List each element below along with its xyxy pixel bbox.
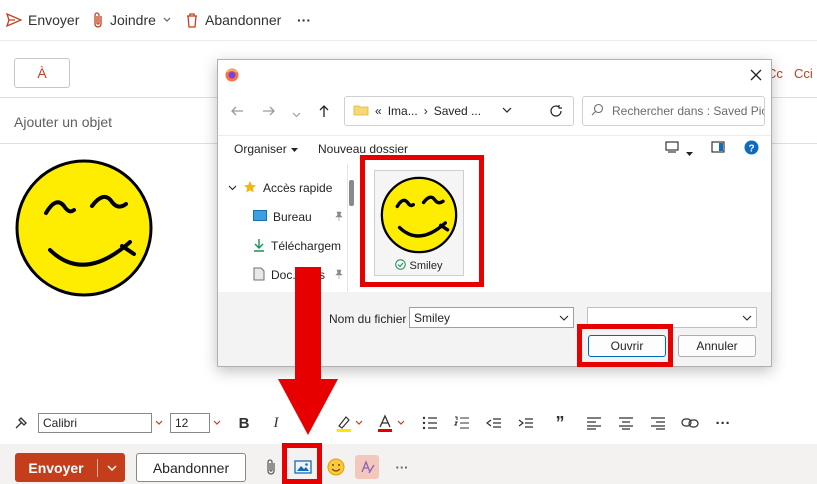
cancel-button[interactable]: Annuler xyxy=(678,335,756,357)
numbering-icon[interactable] xyxy=(451,412,473,434)
close-icon[interactable] xyxy=(748,67,764,83)
align-right-icon[interactable] xyxy=(647,412,669,434)
view-options-icon[interactable] xyxy=(665,141,679,156)
breadcrumb-saved[interactable]: Saved ... xyxy=(434,104,481,118)
firefox-logo-icon xyxy=(225,68,239,85)
red-down-arrow-icon xyxy=(278,267,338,437)
send-button-label[interactable]: Envoyer xyxy=(15,460,97,476)
chevron-down-icon[interactable] xyxy=(352,412,366,434)
star-icon xyxy=(243,180,257,197)
search-input[interactable]: Rechercher dans : Saved Pict... xyxy=(582,96,765,126)
chevron-down-icon xyxy=(228,181,237,195)
increase-indent-icon[interactable] xyxy=(515,412,537,434)
highlight-box-insert-picture xyxy=(282,443,322,484)
refresh-icon xyxy=(550,105,562,117)
up-arrow-icon[interactable] xyxy=(317,104,331,121)
format-painter-icon[interactable] xyxy=(10,412,32,434)
highlight-box-file xyxy=(360,155,484,287)
breadcrumb-images[interactable]: Ima... xyxy=(388,104,418,118)
nav-item-downloads[interactable]: Téléchargem xyxy=(253,235,343,257)
chevron-down-icon xyxy=(162,15,172,25)
font-family-select[interactable]: Calibri xyxy=(38,413,152,433)
help-icon[interactable]: ? xyxy=(744,140,759,158)
more-options-button[interactable]: ··· xyxy=(297,9,311,31)
search-icon xyxy=(591,103,604,119)
organize-menu[interactable]: Organiser xyxy=(234,142,298,156)
bullets-icon[interactable] xyxy=(419,412,441,434)
svg-text:?: ? xyxy=(748,144,754,155)
back-arrow-icon[interactable] xyxy=(230,104,244,121)
subject-input[interactable]: Ajouter un objet xyxy=(14,114,112,130)
align-center-icon[interactable] xyxy=(615,412,637,434)
refresh-button[interactable] xyxy=(538,96,574,126)
font-color-button[interactable] xyxy=(374,412,396,434)
paperclip-icon xyxy=(92,11,104,29)
decrease-indent-icon[interactable] xyxy=(483,412,505,434)
body-inline-image[interactable] xyxy=(14,158,154,298)
editor-icon[interactable] xyxy=(355,455,379,479)
align-left-icon[interactable] xyxy=(583,412,605,434)
nav-item-desktop[interactable]: Bureau xyxy=(253,206,343,228)
new-folder-button[interactable]: Nouveau dossier xyxy=(318,142,408,156)
bcc-link[interactable]: Cci xyxy=(794,66,813,81)
download-icon xyxy=(253,238,265,255)
bold-button[interactable]: B xyxy=(233,412,255,434)
send-button-label: Envoyer xyxy=(28,12,80,28)
chevron-down-icon[interactable] xyxy=(152,412,166,434)
smiley-icon xyxy=(15,159,153,297)
link-icon[interactable] xyxy=(679,412,701,434)
trash-icon xyxy=(185,12,199,28)
more-options-button[interactable]: ··· xyxy=(390,455,414,479)
quote-button[interactable]: ” xyxy=(549,412,571,434)
chevron-down-icon[interactable] xyxy=(98,462,125,474)
paperclip-icon[interactable] xyxy=(259,455,283,479)
attach-button[interactable]: Joindre xyxy=(92,9,172,31)
chevron-down-icon[interactable] xyxy=(501,104,513,118)
discard-button[interactable]: Abandonner xyxy=(136,453,246,482)
caret-down-icon[interactable] xyxy=(686,145,693,160)
documents-icon xyxy=(253,267,265,284)
nav-item-label: Accès rapide xyxy=(263,181,333,195)
divider xyxy=(0,40,817,41)
filename-input[interactable]: Smiley xyxy=(409,307,574,328)
attach-button-label: Joindre xyxy=(110,12,156,28)
desktop-icon xyxy=(253,209,267,225)
discard-button-label: Abandonner xyxy=(205,12,282,28)
nav-item-label: Téléchargem xyxy=(271,239,342,253)
filename-value: Smiley xyxy=(414,310,451,325)
highlight-box-open-button xyxy=(577,324,673,367)
chevron-down-icon[interactable] xyxy=(742,310,752,325)
breadcrumb-separator: › xyxy=(423,104,428,118)
chevron-down-icon[interactable] xyxy=(210,412,224,434)
chevron-down-icon[interactable] xyxy=(559,311,573,325)
preview-pane-icon[interactable] xyxy=(711,141,725,156)
caret-down-icon xyxy=(290,142,298,156)
forward-arrow-icon[interactable] xyxy=(262,104,276,121)
to-button[interactable]: À xyxy=(14,58,70,88)
filename-label: Nom du fichier : xyxy=(329,312,414,326)
send-icon xyxy=(6,12,22,28)
folder-icon xyxy=(353,104,369,119)
emoji-icon[interactable] xyxy=(324,455,348,479)
search-placeholder: Rechercher dans : Saved Pict... xyxy=(612,104,765,118)
organize-label: Organiser xyxy=(234,142,287,156)
chevron-down-icon[interactable] xyxy=(394,412,408,434)
more-format-button[interactable]: ··· xyxy=(712,412,734,434)
nav-item-quick-access[interactable]: Accès rapide xyxy=(228,177,332,199)
send-split-button[interactable]: Envoyer xyxy=(15,453,125,482)
pin-icon xyxy=(335,210,343,224)
discard-button[interactable]: Abandonner xyxy=(185,9,281,31)
send-button[interactable]: Envoyer xyxy=(6,9,79,31)
chevron-down-icon[interactable] xyxy=(292,107,301,122)
font-size-select[interactable]: 12 xyxy=(170,413,210,433)
nav-item-label: Bureau xyxy=(273,210,312,224)
dialog-titlebar xyxy=(218,60,771,90)
nav-pane-scrollbar[interactable] xyxy=(349,180,354,206)
breadcrumb-prefix: « xyxy=(375,104,382,118)
